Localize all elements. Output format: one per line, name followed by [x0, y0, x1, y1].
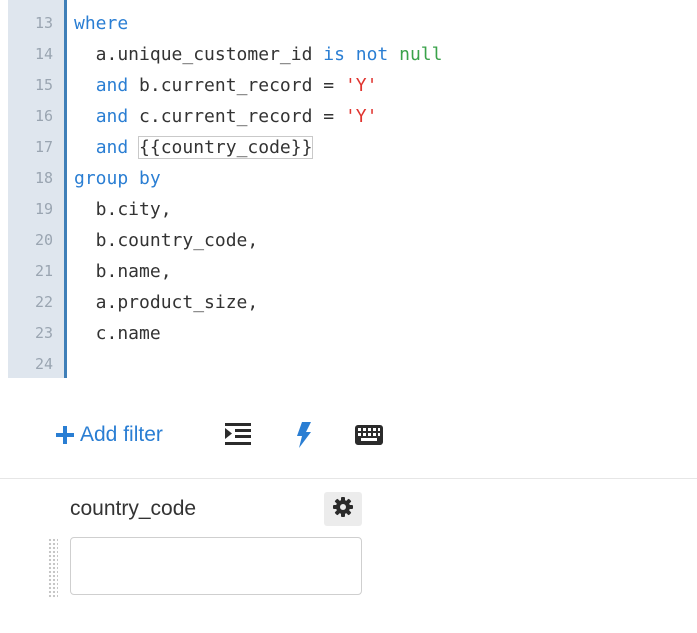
keyboard-icon[interactable] — [355, 425, 383, 450]
code-text: b.city, — [74, 194, 172, 225]
code-text: group by — [74, 163, 161, 194]
sql-keyword: and — [95, 75, 129, 96]
indent-icon[interactable] — [225, 422, 251, 451]
code-token: b.country_code, — [74, 230, 259, 251]
code-text: b.name, — [74, 256, 172, 287]
line-number: 21 — [34, 262, 53, 280]
line-number: 20 — [34, 231, 53, 249]
code-line[interactable]: 18 group by — [0, 163, 697, 194]
code-text: a.unique_customer_id is not null — [74, 39, 443, 70]
plus-icon — [56, 426, 74, 444]
sql-keyword: and — [95, 106, 129, 127]
section-divider — [0, 478, 697, 479]
line-number: 23 — [34, 324, 53, 342]
line-number: 14 — [34, 45, 53, 63]
code-line[interactable]: 24 — [0, 349, 697, 380]
sql-null: null — [399, 44, 443, 65]
code-line[interactable]: 21 b.name, — [0, 256, 697, 287]
sql-keyword: and — [95, 137, 129, 158]
editor-toolbar: Add filter — [0, 412, 697, 458]
line-number: 19 — [34, 200, 53, 218]
code-token: b.city, — [74, 199, 172, 220]
line-number: 22 — [34, 293, 53, 311]
sql-editor[interactable]: 13 where 14 a.unique_customer_id is not nu… — [0, 0, 697, 378]
code-token: b.current_record = — [128, 75, 345, 96]
code-line[interactable]: 15 and b.current_record = 'Y' — [0, 70, 697, 101]
drag-handle-icon[interactable] — [48, 538, 58, 598]
code-line[interactable]: 14 a.unique_customer_id is not null — [0, 39, 697, 70]
sql-string: 'Y' — [344, 106, 378, 127]
code-text: b.country_code, — [74, 225, 259, 256]
code-line[interactable]: 20 b.country_code, — [0, 225, 697, 256]
filter-label: country_code — [70, 497, 197, 520]
code-line[interactable]: 17 and {{country_code}} — [0, 132, 697, 163]
code-line[interactable]: 19 b.city, — [0, 194, 697, 225]
template-variable: {{country_code}} — [138, 136, 314, 159]
sql-keyword: is not — [323, 44, 389, 65]
code-token: a.unique_customer_id — [74, 44, 324, 65]
country-code-filter-input[interactable] — [70, 537, 362, 595]
line-number: 18 — [34, 169, 53, 187]
filter-settings-button[interactable] — [324, 492, 362, 526]
sql-keyword: group by — [74, 168, 161, 189]
gear-icon — [333, 496, 353, 522]
code-line[interactable]: 23 c.name — [0, 318, 697, 349]
line-number: 15 — [34, 76, 53, 94]
line-number: 13 — [34, 14, 53, 32]
code-text: c.name — [74, 318, 161, 349]
code-line[interactable]: 22 a.product_size, — [0, 287, 697, 318]
line-number: 17 — [34, 138, 53, 156]
code-line[interactable]: 16 and c.current_record = 'Y' — [0, 101, 697, 132]
code-text: and c.current_record = 'Y' — [74, 101, 378, 132]
sql-string: 'Y' — [344, 75, 378, 96]
code-line[interactable]: 13 where — [0, 8, 697, 39]
code-text: and {{country_code}} — [74, 132, 314, 163]
sql-keyword: where — [74, 13, 129, 34]
bolt-icon[interactable] — [296, 422, 312, 453]
line-number: 16 — [34, 107, 53, 125]
code-token: c.current_record = — [128, 106, 345, 127]
code-text: a.product_size, — [74, 287, 259, 318]
code-text: where — [74, 8, 128, 39]
code-token: b.name, — [74, 261, 172, 282]
line-number: 24 — [34, 355, 53, 373]
add-filter-label: Add filter — [80, 423, 163, 446]
code-token: a.product_size, — [74, 292, 259, 313]
code-text: and b.current_record = 'Y' — [74, 70, 378, 101]
code-token: c.name — [74, 323, 161, 344]
add-filter-button[interactable]: Add filter — [56, 420, 163, 450]
